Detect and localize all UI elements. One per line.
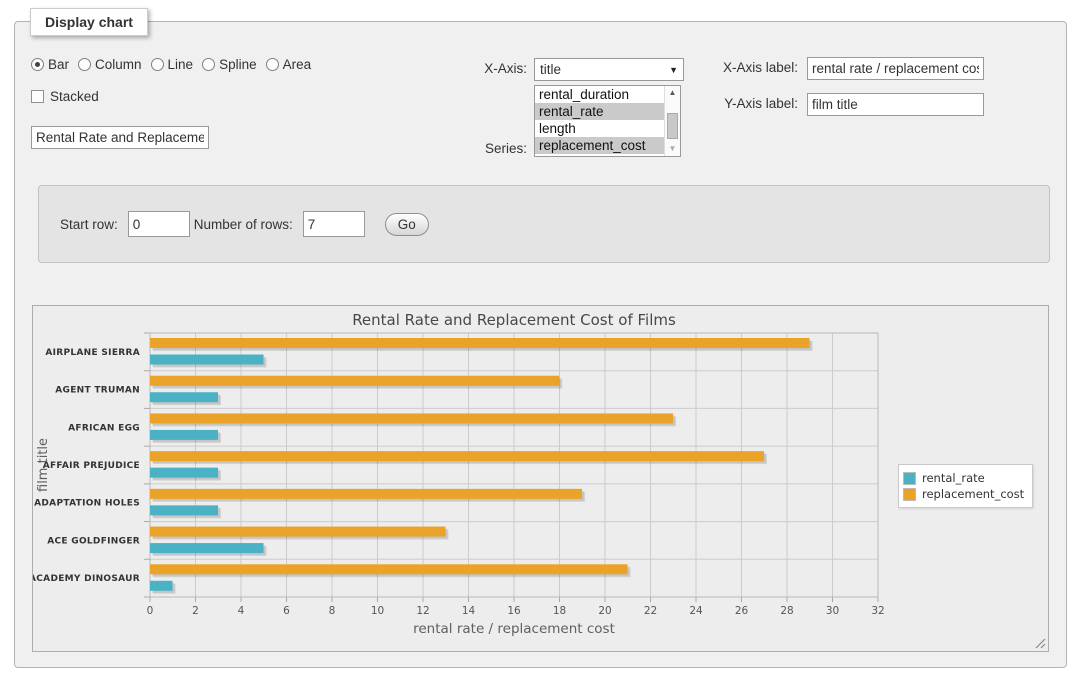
radio-spline[interactable]: Spline <box>202 57 257 72</box>
svg-text:8: 8 <box>329 605 336 617</box>
legend-swatch <box>903 488 916 501</box>
stacked-checkbox[interactable]: Stacked <box>31 89 99 104</box>
start-row-label: Start row: <box>60 217 118 232</box>
svg-text:30: 30 <box>826 605 839 617</box>
svg-text:16: 16 <box>507 605 521 617</box>
svg-text:28: 28 <box>780 605 793 617</box>
svg-text:26: 26 <box>735 605 749 617</box>
svg-text:0: 0 <box>147 605 154 617</box>
panel-legend: Display chart <box>30 8 148 36</box>
svg-text:18: 18 <box>553 605 566 617</box>
radio-line[interactable]: Line <box>151 57 194 72</box>
chart-type-radio-group: Bar Column Line Spline Area <box>31 57 320 72</box>
radio-icon <box>78 58 91 71</box>
radio-column[interactable]: Column <box>78 57 142 72</box>
svg-text:12: 12 <box>416 605 429 617</box>
svg-text:ADAPTATION HOLES: ADAPTATION HOLES <box>34 499 140 509</box>
scroll-up-icon[interactable]: ▲ <box>665 86 680 100</box>
series-option-replacement-cost[interactable]: replacement_cost <box>535 137 680 154</box>
legend-entry: rental_rate <box>903 471 1024 485</box>
legend-entry: replacement_cost <box>903 487 1024 501</box>
svg-text:14: 14 <box>462 605 476 617</box>
bar-chart: Rental Rate and Replacement Cost of Film… <box>33 306 1048 651</box>
x-axis-selected-value: title <box>540 62 669 77</box>
display-chart-panel: Display chart Bar Column Line Spline Are… <box>14 21 1067 668</box>
y-axis-label-input[interactable] <box>807 93 984 116</box>
svg-text:film title: film title <box>36 438 51 492</box>
svg-text:AFRICAN EGG: AFRICAN EGG <box>68 423 140 433</box>
radio-area[interactable]: Area <box>266 57 312 72</box>
legend-swatch <box>903 472 916 485</box>
go-button[interactable]: Go <box>385 213 429 236</box>
scrollbar-thumb[interactable] <box>667 113 678 139</box>
radio-icon <box>266 58 279 71</box>
chart-title-input[interactable] <box>31 126 209 149</box>
svg-text:22: 22 <box>644 605 657 617</box>
series-option-rental-duration[interactable]: rental_duration <box>535 86 680 103</box>
row-range-panel: Start row: Number of rows: Go <box>38 185 1050 263</box>
series-option-length[interactable]: length <box>535 120 680 137</box>
svg-text:6: 6 <box>283 605 290 617</box>
scrollbar[interactable]: ▲ ▼ <box>664 86 680 156</box>
y-axis-label-label: Y-Axis label: <box>724 96 798 111</box>
svg-text:24: 24 <box>689 605 703 617</box>
x-axis-label-input[interactable] <box>807 57 984 80</box>
series-multiselect[interactable]: rental_duration rental_rate length repla… <box>534 85 681 157</box>
legend-label: rental_rate <box>922 471 985 485</box>
svg-text:10: 10 <box>371 605 384 617</box>
svg-text:AGENT TRUMAN: AGENT TRUMAN <box>55 386 140 396</box>
scroll-down-icon[interactable]: ▼ <box>665 142 680 156</box>
series-list-label: Series: <box>485 141 527 156</box>
svg-text:20: 20 <box>598 605 611 617</box>
svg-text:4: 4 <box>238 605 245 617</box>
x-axis-select[interactable]: title ▼ <box>534 58 684 81</box>
radio-bar[interactable]: Bar <box>31 57 69 72</box>
svg-text:rental rate / replacement cost: rental rate / replacement cost <box>413 621 615 637</box>
chart-legend: rental_rate replacement_cost <box>898 464 1033 508</box>
radio-icon <box>202 58 215 71</box>
chart-container: Rental Rate and Replacement Cost of Film… <box>32 305 1049 652</box>
checkbox-icon <box>31 90 44 103</box>
radio-selected-icon <box>31 58 44 71</box>
svg-text:Rental Rate and Replacement Co: Rental Rate and Replacement Cost of Film… <box>352 311 676 329</box>
radio-icon <box>151 58 164 71</box>
svg-text:ACE GOLDFINGER: ACE GOLDFINGER <box>47 536 140 546</box>
x-axis-select-label: X-Axis: <box>484 61 527 76</box>
svg-text:AFFAIR PREJUDICE: AFFAIR PREJUDICE <box>43 461 140 471</box>
x-axis-label-label: X-Axis label: <box>723 60 798 75</box>
resize-grip-icon[interactable] <box>1035 638 1046 649</box>
start-row-input[interactable] <box>128 211 190 237</box>
series-option-rental-rate[interactable]: rental_rate <box>535 103 680 120</box>
num-rows-input[interactable] <box>303 211 365 237</box>
chevron-down-icon: ▼ <box>669 65 678 75</box>
svg-text:AIRPLANE SIERRA: AIRPLANE SIERRA <box>45 348 140 358</box>
legend-label: replacement_cost <box>922 487 1024 501</box>
svg-text:2: 2 <box>192 605 199 617</box>
svg-text:32: 32 <box>871 605 884 617</box>
num-rows-label: Number of rows: <box>194 217 293 232</box>
svg-text:ACADEMY DINOSAUR: ACADEMY DINOSAUR <box>33 574 140 584</box>
